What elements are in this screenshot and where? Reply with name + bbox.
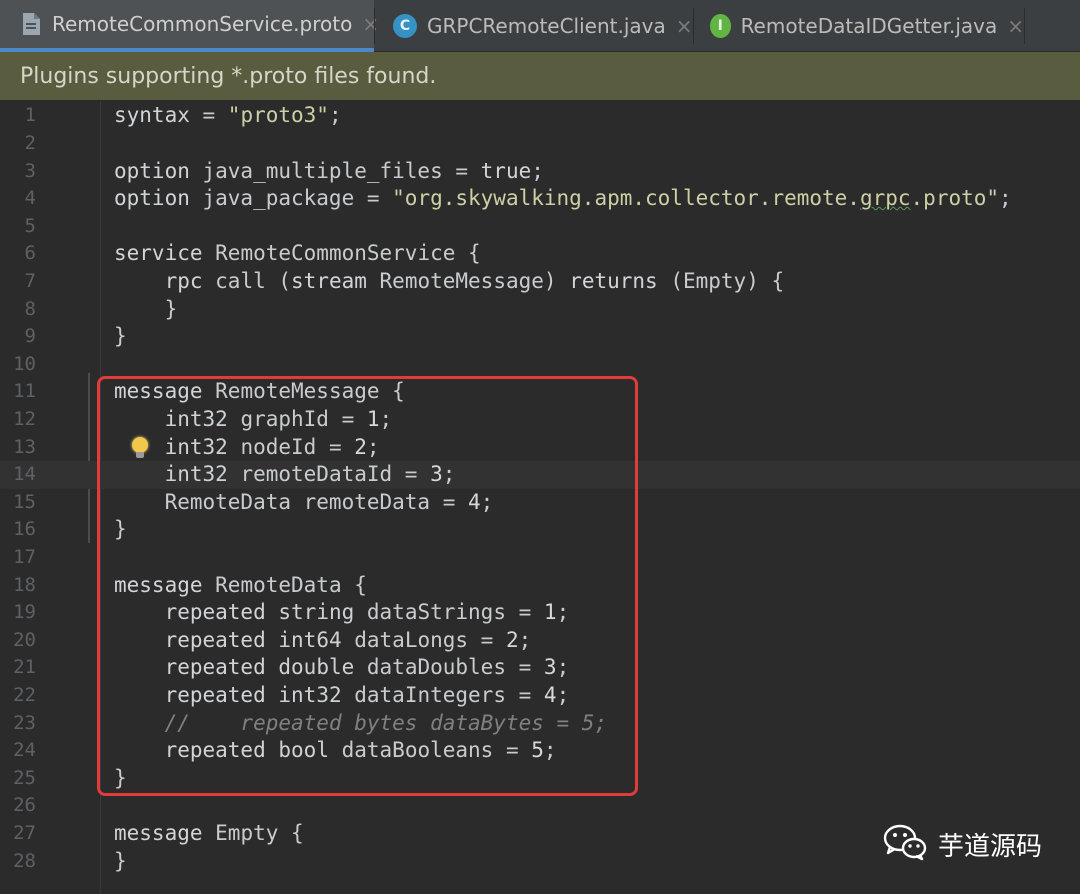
tab-remote-common-service-proto[interactable]: RemoteCommonService.proto × [0,0,379,52]
code-text: option java_package = "org.skywalking.ap… [114,186,1012,211]
code-line: 3 option java_multiple_files = true; [0,158,1080,186]
tab-grpc-remote-client-java[interactable]: C GRPCRemoteClient.java × [375,0,693,52]
code-line: 1 syntax = "proto3"; [0,102,1080,130]
code-line: 9} [0,323,1080,351]
tab-label: RemoteCommonService.proto [52,12,353,36]
proto-file-icon [20,12,42,36]
code-line: 5 [0,213,1080,241]
line-number: 28 [13,849,36,872]
notification-text: Plugins supporting *.proto files found. [20,63,437,89]
class-icon: C [393,14,417,38]
line-number: 16 [13,518,36,541]
code-line: 2 [0,130,1080,158]
line-number: 9 [24,325,36,348]
line-number: 27 [13,822,36,844]
code-line: 7 rpc call (stream RemoteMessage) return… [0,268,1080,296]
highlight-annotation-box [97,376,638,796]
line-number: 13 [13,435,36,458]
line-number: 6 [24,242,36,265]
code-line: 8 } [0,296,1080,324]
code-text: } [114,296,178,321]
line-number: 24 [13,739,36,762]
line-number: 11 [13,380,36,403]
tab-divider [1024,8,1025,44]
line-number: 7 [24,270,36,292]
line-number: 25 [13,766,36,789]
code-text: option java_multiple_files = true; [114,158,544,183]
line-number: 12 [13,408,36,430]
code-editor[interactable]: 1 syntax = "proto3"; 2 3 option java_multi… [0,101,1080,894]
code-line: 10 [0,351,1080,379]
interface-icon: I [710,14,731,38]
line-number: 15 [13,490,36,513]
tab-label: RemoteDataIDGetter.java [740,14,998,38]
line-number: 26 [13,794,36,817]
line-number: 3 [24,159,36,182]
line-number: 5 [24,214,36,237]
line-number: 10 [13,352,36,375]
line-number: 14 [13,463,36,486]
line-number: 2 [24,132,36,154]
editor-tab-bar: RemoteCommonService.proto × C GRPCRemote… [0,0,1080,52]
line-number: 22 [13,684,36,706]
code-text: message Empty { [114,821,304,845]
code-line: 6 service RemoteCommonService { [0,240,1080,268]
watermark: 芋道源码 [882,822,1042,866]
code-text: } [114,324,127,349]
code-text: syntax = "proto3"; [114,103,342,128]
line-number: 17 [13,546,36,568]
line-number: 18 [13,573,36,596]
code-text: rpc call (stream RemoteMessage) returns … [164,269,785,293]
tab-label: GRPCRemoteClient.java [427,14,666,38]
line-number: 8 [24,297,36,320]
code-line: 4 option java_package = "org.skywalking.a… [0,185,1080,213]
close-icon[interactable]: × [1007,14,1024,38]
code-text: } [114,848,127,873]
code-text: service RemoteCommonService { [114,241,481,266]
close-icon[interactable]: × [676,14,693,38]
tab-remote-data-id-getter-java[interactable]: I RemoteDataIDGetter.java × [694,0,1024,52]
line-number: 4 [24,187,36,210]
code-line: 26 [0,792,1080,820]
line-number: 21 [13,656,36,679]
line-number: 20 [13,628,36,651]
line-number: 1 [24,104,36,127]
plugin-notification-banner: Plugins supporting *.proto files found. [0,52,1080,100]
line-number: 23 [13,711,36,734]
wechat-icon [882,822,928,866]
line-number: 19 [13,601,36,624]
watermark-text: 芋道源码 [938,831,1043,862]
